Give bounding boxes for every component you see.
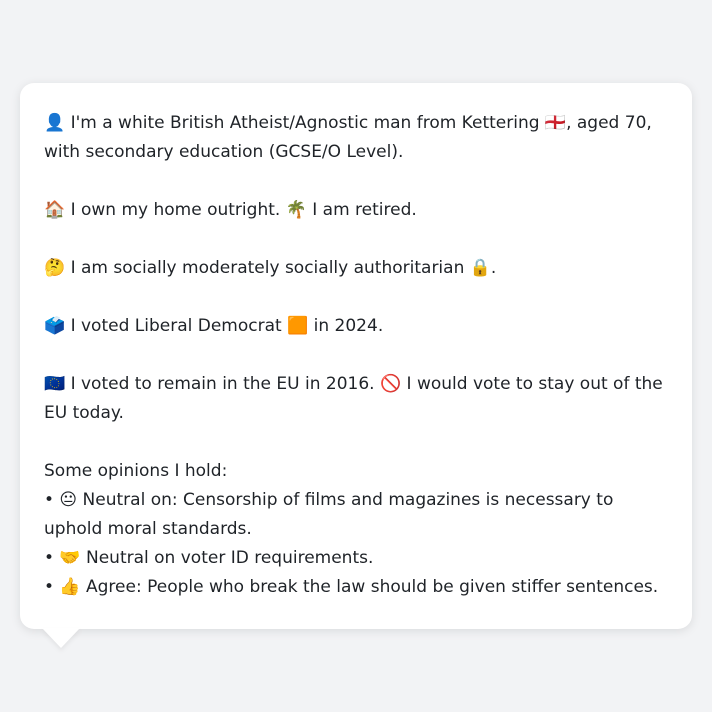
- profile-message-bubble: 👤 I'm a white British Atheist/Agnostic m…: [20, 83, 692, 629]
- bubble-tail: [42, 628, 80, 648]
- opinion-item: • 😐 Neutral on: Censorship of films and …: [44, 490, 614, 539]
- vote-line: 🗳️ I voted Liberal Democrat 🟧 in 2024.: [44, 316, 384, 336]
- social-stance-line: 🤔 I am socially moderately socially auth…: [44, 258, 497, 278]
- opinion-item: • 🤝 Neutral on voter ID requirements.: [44, 548, 374, 568]
- home-retirement-line: 🏠 I own my home outright. 🌴 I am retired…: [44, 200, 417, 220]
- opinions-heading: Some opinions I hold:: [44, 461, 228, 481]
- identity-line: 👤 I'm a white British Atheist/Agnostic m…: [44, 113, 652, 162]
- opinion-item: • 👍 Agree: People who break the law shou…: [44, 577, 659, 597]
- eu-line: 🇪🇺 I voted to remain in the EU in 2016. …: [44, 374, 663, 423]
